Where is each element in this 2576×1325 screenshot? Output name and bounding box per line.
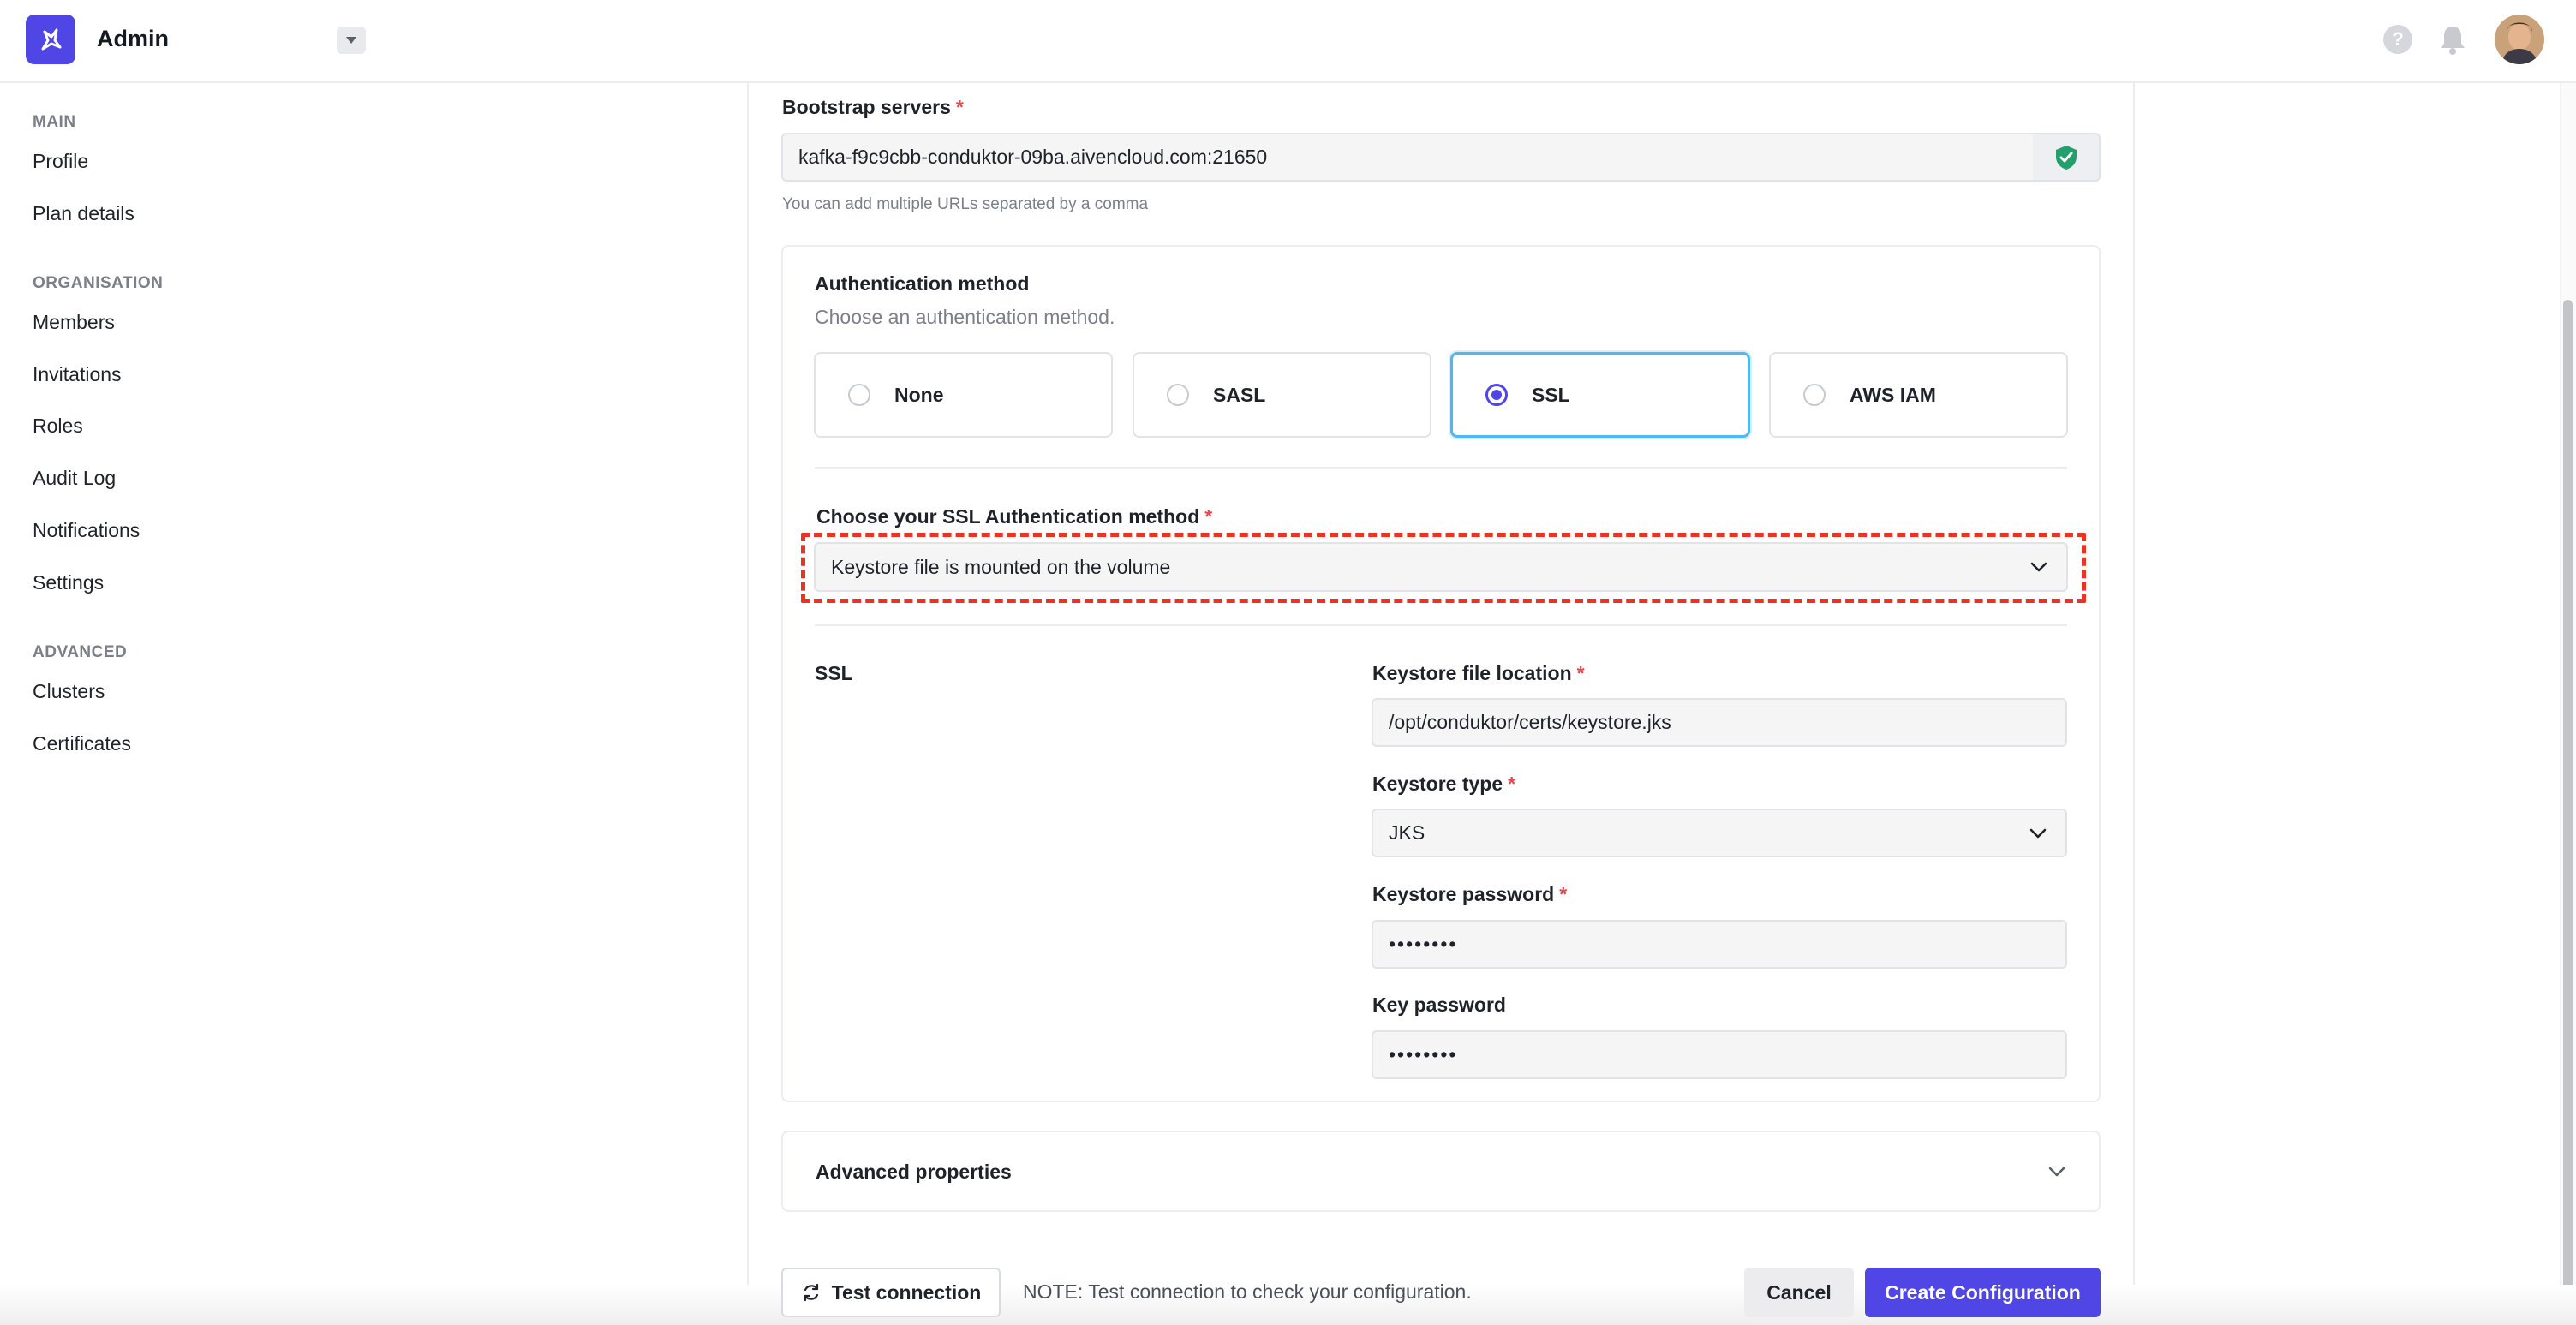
top-bar: Admin ? (0, 0, 2576, 83)
chevron-down-icon (2029, 828, 2047, 838)
radio-sasl[interactable] (1167, 384, 1189, 406)
help-icon[interactable]: ? (2383, 25, 2412, 54)
auth-option-label: None (894, 383, 944, 406)
required-asterisk: * (1559, 883, 1568, 905)
auth-option-label: SASL (1213, 383, 1266, 406)
auth-option-ssl[interactable]: SSL (1450, 352, 1750, 438)
bell-icon[interactable] (2438, 23, 2467, 56)
refresh-icon (804, 1283, 818, 1302)
keystore-type-select[interactable]: JKS (1372, 809, 2067, 857)
create-configuration-button[interactable]: Create Configuration (1865, 1268, 2101, 1317)
required-asterisk: * (1576, 662, 1585, 684)
ssl-method-label: Choose your SSL Authentication method * (816, 505, 1212, 528)
key-password-input[interactable]: •••••••• (1372, 1030, 2067, 1079)
divider (815, 624, 2067, 626)
app-title: Admin (97, 26, 169, 51)
radio-ssl-selected[interactable] (1485, 384, 1508, 406)
required-asterisk: * (955, 96, 964, 118)
test-connection-button[interactable]: Test connection (781, 1268, 1001, 1317)
keystore-location-input[interactable]: /opt/conduktor/certs/keystore.jks (1372, 698, 2067, 747)
sidebar: MAIN Profile Plan details ORGANISATION M… (0, 83, 745, 1325)
required-asterisk: * (1508, 773, 1516, 795)
sidebar-item-invitations[interactable]: Invitations (33, 363, 122, 386)
user-avatar[interactable] (2495, 15, 2544, 64)
test-connection-label: Test connection (831, 1280, 982, 1304)
chevron-down-icon (2048, 1167, 2065, 1177)
keystore-password-label-text: Keystore password (1372, 883, 1555, 905)
app-logo-icon[interactable] (26, 15, 75, 64)
keystore-password-input[interactable]: •••••••• (1372, 920, 2067, 969)
bootstrap-servers-label-text: Bootstrap servers (782, 96, 951, 118)
sidebar-item-roles[interactable]: Roles (33, 415, 83, 438)
highlight-box (801, 533, 2086, 603)
scrollbar-thumb[interactable] (2563, 300, 2573, 1310)
radio-none[interactable] (848, 384, 870, 406)
bootstrap-servers-input[interactable]: kafka-f9c9cbb-conduktor-09ba.aivencloud.… (781, 133, 2035, 182)
sidebar-item-plan-details[interactable]: Plan details (33, 202, 134, 225)
ssl-method-label-text: Choose your SSL Authentication method (816, 505, 1200, 528)
divider (815, 467, 2067, 469)
sidebar-section-organisation: ORGANISATION (33, 274, 164, 292)
sidebar-item-notifications[interactable]: Notifications (33, 519, 140, 542)
sidebar-item-members[interactable]: Members (33, 311, 115, 334)
sidebar-section-advanced: ADVANCED (33, 643, 128, 661)
advanced-properties-accordion[interactable]: Advanced properties (781, 1131, 2101, 1212)
sidebar-item-profile[interactable]: Profile (33, 150, 88, 173)
radio-aws-iam[interactable] (1803, 384, 1826, 406)
keystore-type-label: Keystore type * (1372, 773, 1515, 796)
bootstrap-servers-label: Bootstrap servers * (782, 96, 964, 119)
sidebar-item-audit-log[interactable]: Audit Log (33, 467, 116, 490)
auth-option-aws-iam[interactable]: AWS IAM (1769, 352, 2068, 438)
keystore-location-label: Keystore file location * (1372, 662, 1585, 685)
advanced-properties-label: Advanced properties (816, 1161, 1012, 1183)
auth-option-none[interactable]: None (814, 352, 1113, 438)
bootstrap-servers-hint: You can add multiple URLs separated by a… (782, 195, 1149, 213)
auth-method-title: Authentication method (815, 272, 1030, 295)
sidebar-section-main: MAIN (33, 113, 76, 131)
key-password-label: Key password (1372, 994, 1506, 1016)
ssl-section-title: SSL (815, 662, 853, 684)
caret-down-icon (346, 37, 356, 44)
sidebar-item-certificates[interactable]: Certificates (33, 732, 131, 755)
keystore-type-value: JKS (1389, 821, 1425, 844)
auth-option-label: SSL (1532, 383, 1570, 406)
footer-note: NOTE: Test connection to check your conf… (1023, 1280, 1472, 1303)
auth-method-subtitle: Choose an authentication method. (815, 306, 1115, 328)
sidebar-item-settings[interactable]: Settings (33, 571, 104, 594)
cancel-button[interactable]: Cancel (1744, 1268, 1854, 1317)
app-switcher-dropdown[interactable] (337, 27, 366, 54)
keystore-password-label: Keystore password * (1372, 883, 1567, 906)
shield-check-icon (2033, 133, 2101, 182)
required-asterisk: * (1204, 505, 1213, 528)
sidebar-item-clusters[interactable]: Clusters (33, 680, 105, 703)
keystore-type-label-text: Keystore type (1372, 773, 1503, 795)
keystore-location-label-text: Keystore file location (1372, 662, 1572, 684)
auth-option-sasl[interactable]: SASL (1133, 352, 1431, 438)
auth-option-label: AWS IAM (1850, 383, 1936, 406)
